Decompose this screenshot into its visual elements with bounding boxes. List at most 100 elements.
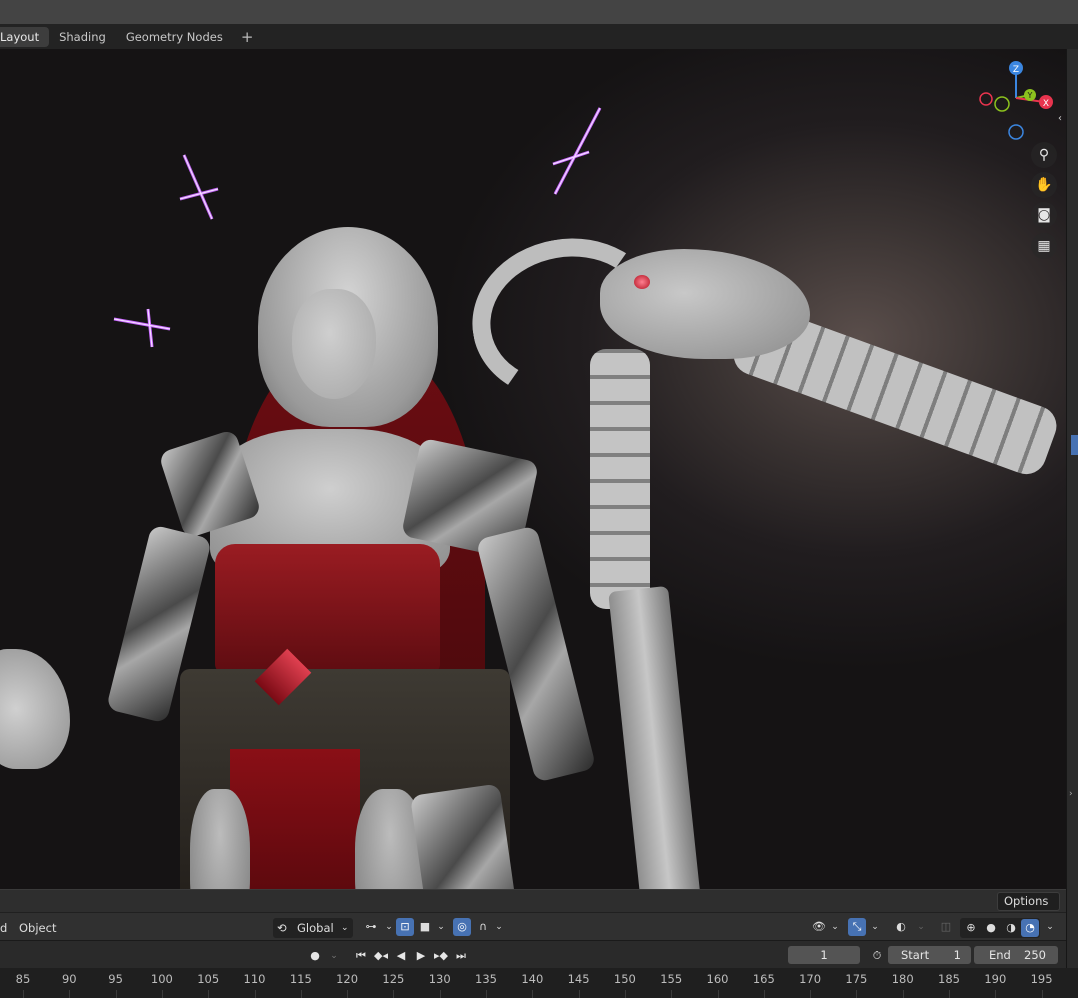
face-mesh [292,289,376,399]
overlays-icon[interactable]: ◐ [892,918,910,936]
frame-tick-mark [624,990,626,998]
keyframe-record-icon[interactable]: ● [305,947,325,965]
tab-geometry-nodes[interactable]: Geometry Nodes [116,27,233,47]
frame-tick-mark [949,990,950,998]
zoom-icon[interactable]: ⚲ [1031,142,1057,168]
frame-tick-mark [717,990,719,998]
chevron-down-icon[interactable]: ⌄ [826,918,844,936]
active-tab-marker [1071,435,1078,455]
frame-tick-label: 115 [289,972,312,986]
frame-tick-label: 140 [521,972,544,986]
frame-tick-label: 185 [938,972,960,986]
frame-tick-label: 180 [891,972,914,986]
add-workspace-button[interactable]: + [233,27,262,47]
tab-shading[interactable]: Shading [49,27,116,47]
frame-tick-mark [300,990,302,998]
tab-layout[interactable]: Layout [0,26,50,47]
gizmo-toggle-icon[interactable]: ⤡ [848,918,866,936]
axis-y-label: Y [1027,91,1033,100]
vertebrae-mesh [590,349,650,609]
stopwatch-icon[interactable]: ⏱ [867,947,887,965]
frame-tick-label: 130 [428,972,451,986]
expand-arrow-icon[interactable]: › [1069,789,1073,799]
frame-tick-label: 85 [15,972,31,986]
start-value: 1 [953,948,961,962]
options-dropdown[interactable]: Options ⌄ [997,892,1060,925]
frame-tick-mark [902,990,904,998]
frame-tick-label: 105 [197,972,220,986]
viewport-options-strip: Options ⌄ [0,889,1066,925]
frame-tick-mark [439,990,441,998]
timeline-frame-ruler[interactable]: 85 90 95 100 105 110 115 120 125 130 135 140 145 150 1… [0,968,1078,998]
transform-orientation-dropdown[interactable]: ⟲ Global ⌄ [273,918,353,938]
end-frame-field[interactable]: End 250 [974,946,1058,964]
view-menu-fragment[interactable]: d [0,919,7,937]
red-eye-mesh [634,275,650,289]
xray-toggle-icon[interactable]: ◫ [937,918,955,936]
viewport-header: d Object ⟲ Global ⌄ ⊶ ⌄ ⊡ ■ ⌄ ◎ ∩ ⌄ 👁 ⌄ … [0,912,1066,940]
jump-start-icon[interactable]: ⏮ [351,947,371,965]
sidebar-toggle-icon[interactable]: ‹ [1058,113,1062,124]
leg-mesh [190,789,250,889]
frame-tick-mark [115,990,117,998]
object-menu[interactable]: Object [19,919,56,937]
chevron-down-icon[interactable]: ⌄ [490,918,508,936]
glowing-star-object [113,308,171,348]
frame-tick-label: 125 [382,972,405,986]
chevron-down-icon: ⌄ [341,923,349,933]
chevron-down-icon[interactable]: ⌄ [1041,918,1059,936]
rendered-shading-icon[interactable]: ◔ [1021,919,1039,937]
prev-keyframe-icon[interactable]: ◆◂ [371,947,391,965]
axis-x-label: X [1043,99,1049,109]
glowing-star-object [552,107,602,195]
frame-tick-mark [486,990,487,998]
jump-end-icon[interactable]: ⏭ [451,947,471,965]
start-frame-field[interactable]: Start 1 [888,946,971,964]
grid-perspective-icon[interactable]: ▦ [1031,233,1057,259]
proportional-edit-icon[interactable]: ◎ [453,918,471,936]
frame-tick-mark [810,990,812,998]
axis-gizmo[interactable]: Z Y X [974,58,1058,142]
material-preview-icon[interactable]: ◑ [1002,919,1020,937]
frame-tick-mark [69,990,71,998]
snap-toggle-icon[interactable]: ⊡ [396,918,414,936]
3d-viewport[interactable]: Z Y X ‹ ⚲ ✋ ◙ ▦ [0,49,1066,889]
pivot-point-icon[interactable]: ⊶ [362,918,380,936]
current-frame-field[interactable]: 1 [788,946,860,964]
frame-tick-mark [161,990,163,998]
top-menu-bar [0,0,1078,24]
next-keyframe-icon[interactable]: ▸◆ [431,947,451,965]
frame-tick-label: 90 [61,972,77,986]
chevron-down-icon[interactable]: ⌄ [324,947,344,965]
timeline-header: ● ⌄ ⏮ ◆◂ ◀ ▶ ▸◆ ⏭ 1 ⏱ Start 1 End 250 [0,940,1066,968]
frame-tick-mark [856,990,858,998]
frame-tick-label: 155 [660,972,683,986]
frame-tick-label: 190 [984,972,1007,986]
wireframe-shading-icon[interactable]: ⊕ [962,919,980,937]
chevron-down-icon[interactable]: ⌄ [432,918,450,936]
shading-mode-group: ⊕ ● ◑ ◔ [960,918,1040,938]
hand-pan-icon[interactable]: ✋ [1031,172,1057,198]
frame-tick-mark [1041,990,1043,998]
orientation-label: Global [297,921,334,935]
frame-tick-label: 120 [336,972,359,986]
solid-shading-icon[interactable]: ● [982,919,1000,937]
frame-tick-label: 150 [613,972,636,986]
frame-tick-mark [578,990,580,998]
chevron-down-icon[interactable]: ⌄ [866,918,884,936]
skull-mesh [600,249,810,359]
frame-tick-label: 135 [475,972,497,986]
chevron-down-icon[interactable]: ⌄ [912,918,930,936]
play-reverse-icon[interactable]: ◀ [391,947,411,965]
start-label: Start [901,948,930,962]
corset-mesh [215,544,440,674]
frame-tick-label: 165 [752,972,775,986]
sculpt-fragment-object [0,649,70,769]
frame-tick-label: 175 [845,972,868,986]
camera-icon[interactable]: ◙ [1031,202,1057,228]
workspace-tab-bar: Layout Shading Geometry Nodes + [0,24,1078,49]
options-label: Options [1004,894,1049,908]
frame-tick-label: 170 [799,972,822,986]
frame-tick-mark [532,990,534,998]
play-icon[interactable]: ▶ [411,947,431,965]
